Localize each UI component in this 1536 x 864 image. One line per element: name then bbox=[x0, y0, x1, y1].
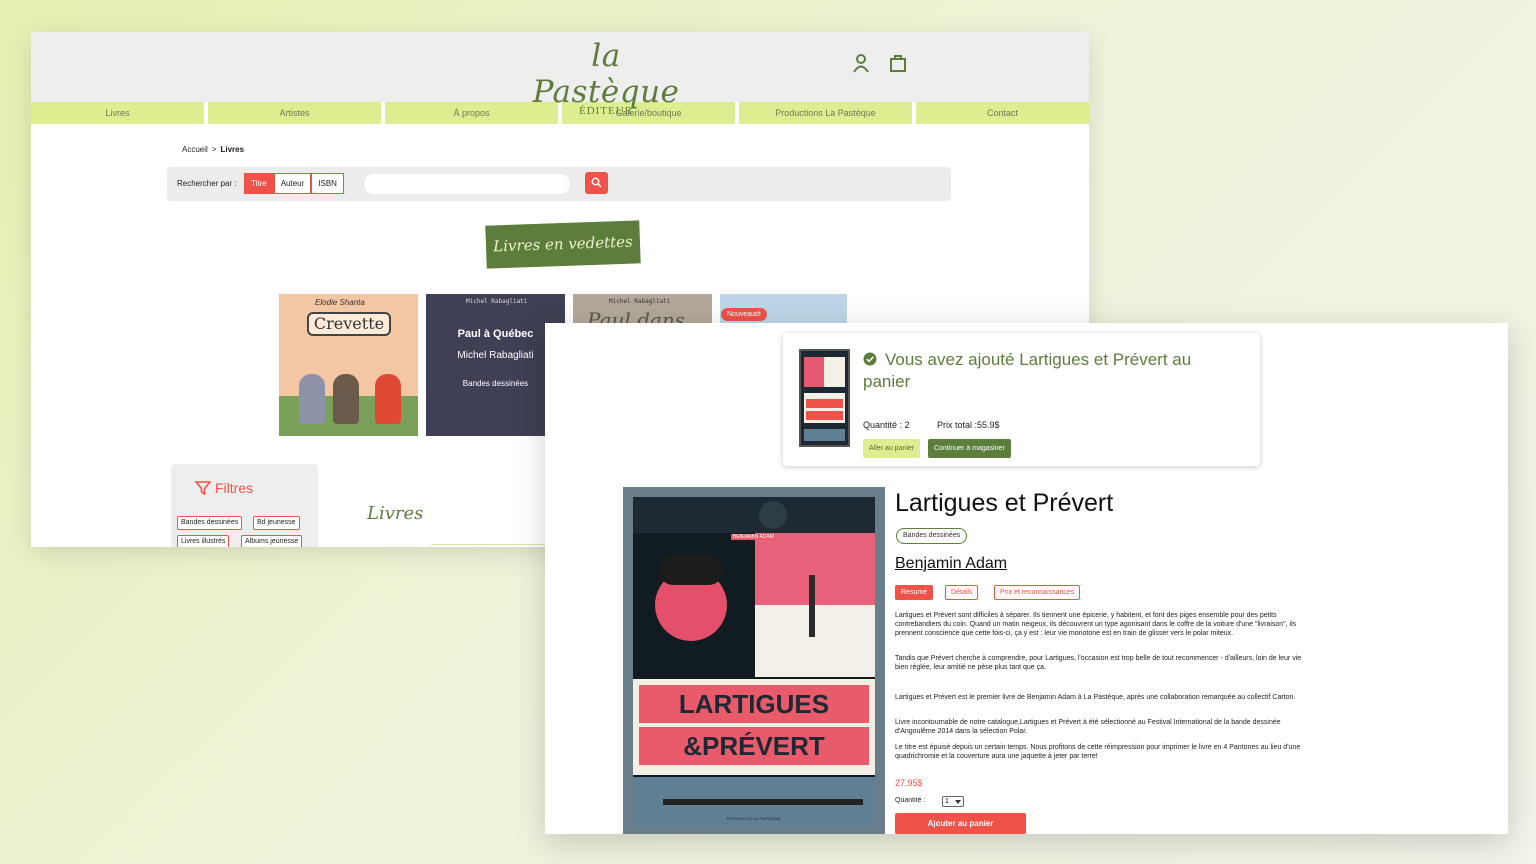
cover-illustration bbox=[333, 374, 359, 424]
filters-title: Filtres bbox=[195, 480, 254, 496]
nav-livres[interactable]: Livres bbox=[31, 102, 204, 124]
added-to-cart-toast: Vous avez ajouté Lartigues et Prévert au… bbox=[783, 333, 1260, 466]
toast-total: Prix total :55.9$ bbox=[937, 420, 1000, 430]
search-type-toggle: Titre Auteur ISBN bbox=[244, 173, 344, 194]
description-paragraph: Tandis que Prévert cherche à comprendre,… bbox=[895, 655, 1302, 671]
filter-chip[interactable]: Bd jeunesse bbox=[253, 516, 300, 530]
books-heading: Livres bbox=[367, 503, 424, 524]
divider bbox=[431, 544, 561, 545]
continue-shopping-button[interactable]: Continuer à magasiner bbox=[928, 439, 1011, 458]
search-icon bbox=[591, 177, 602, 188]
search-by-title[interactable]: Titre bbox=[244, 173, 274, 194]
go-to-cart-button[interactable]: Aller au panier bbox=[863, 439, 921, 458]
user-icon[interactable] bbox=[850, 52, 872, 74]
toast-message: Vous avez ajouté Lartigues et Prévert au… bbox=[863, 350, 1192, 391]
add-to-cart-button[interactable]: Ajouter au panier bbox=[895, 813, 1026, 834]
breadcrumb-current: Livres bbox=[220, 145, 245, 154]
quantity-label: Quantité : bbox=[895, 797, 926, 804]
featured-title: Livres en vedettes bbox=[485, 220, 641, 269]
filters-label: Filtres bbox=[215, 480, 254, 496]
cart-icon[interactable] bbox=[887, 52, 909, 74]
search-bar: Rechercher par : Titre Auteur ISBN bbox=[167, 167, 951, 201]
description-paragraph: Livre incontournable de notre catalogue,… bbox=[895, 719, 1281, 735]
cover-author-label: BENJAMIN ADAM bbox=[731, 534, 776, 540]
site-header: la Pastèque ÉDITEUR bbox=[31, 32, 1089, 117]
cover-title-line: LARTIGUES bbox=[678, 689, 830, 719]
filter-chip[interactable]: Bandes dessinées bbox=[177, 516, 243, 530]
featured-book-cover[interactable]: Elodie Shanta Crevette bbox=[279, 294, 418, 436]
search-input[interactable] bbox=[364, 174, 570, 194]
cover-thumbnail-art bbox=[801, 351, 848, 445]
tab-details[interactable]: Détails bbox=[945, 585, 979, 600]
filter-chip[interactable]: Albums jeunesse bbox=[241, 535, 303, 547]
cover-title: Crevette bbox=[307, 312, 391, 336]
search-by-isbn[interactable]: ISBN bbox=[311, 173, 344, 194]
cover-illustration bbox=[299, 374, 325, 424]
breadcrumb-home[interactable]: Accueil bbox=[182, 145, 208, 154]
description-paragraph: Le titre est épuisé depuis un certain te… bbox=[895, 744, 1301, 760]
cover-author: Elodie Shanta bbox=[315, 298, 365, 307]
filter-icon bbox=[195, 481, 211, 496]
chevron-down-icon bbox=[955, 800, 961, 804]
cover-publisher: ÉDITIONS DE LA PASTÈQUE bbox=[727, 816, 781, 821]
filters-panel: Filtres Bandes dessinées Bd jeunesse Liv… bbox=[171, 464, 318, 547]
product-cover-image: BENJAMIN ADAM LARTIGUES &PRÉVERT ÉDITION… bbox=[623, 487, 885, 834]
product-title: Lartigues et Prévert bbox=[895, 489, 1114, 517]
cover-author: Michel Rabagliati bbox=[466, 298, 528, 305]
toast-quantity: Quantité : 2 bbox=[863, 420, 910, 430]
breadcrumb-separator: > bbox=[211, 145, 217, 154]
genre-tag[interactable]: Bandes dessinées bbox=[896, 528, 968, 544]
cover-author: Michel Rabagliati bbox=[609, 298, 671, 305]
description-paragraph: Lartigues et Prévert est le premier livr… bbox=[895, 694, 1296, 701]
search-by-author[interactable]: Auteur bbox=[273, 173, 312, 194]
nav-productions[interactable]: Productions La Pastèque bbox=[739, 102, 912, 124]
site-logo[interactable]: la Pastèque ÉDITEUR bbox=[526, 38, 686, 117]
logo-script: la Pastèque bbox=[532, 38, 680, 110]
cover-illustration bbox=[375, 374, 401, 424]
tab-prix[interactable]: Prix et reconnaissances bbox=[994, 585, 1081, 600]
description-paragraph: Lartigues et Prévert sont difficiles à s… bbox=[895, 612, 1297, 637]
cover-title-line: &PRÉVERT bbox=[683, 731, 825, 761]
nav-artistes[interactable]: Artistes bbox=[208, 102, 381, 124]
product-window: Vous avez ajouté Lartigues et Prévert au… bbox=[545, 323, 1508, 834]
breadcrumb: Accueil > Livres bbox=[182, 145, 244, 154]
toast-book-thumbnail bbox=[799, 349, 850, 447]
product-price: 27.95$ bbox=[895, 778, 923, 788]
filter-chip[interactable]: Livres illustrés bbox=[177, 535, 230, 547]
new-badge: Nouveauté bbox=[721, 308, 767, 321]
search-label: Rechercher par : bbox=[177, 179, 237, 188]
author-link[interactable]: Benjamin Adam bbox=[895, 555, 1007, 573]
quantity-select[interactable]: 1 bbox=[942, 796, 964, 807]
quantity-value: 1 bbox=[945, 798, 949, 805]
nav-contact[interactable]: Contact bbox=[916, 102, 1089, 124]
tab-resume[interactable]: Resumé bbox=[895, 585, 934, 600]
search-button[interactable] bbox=[585, 172, 608, 194]
